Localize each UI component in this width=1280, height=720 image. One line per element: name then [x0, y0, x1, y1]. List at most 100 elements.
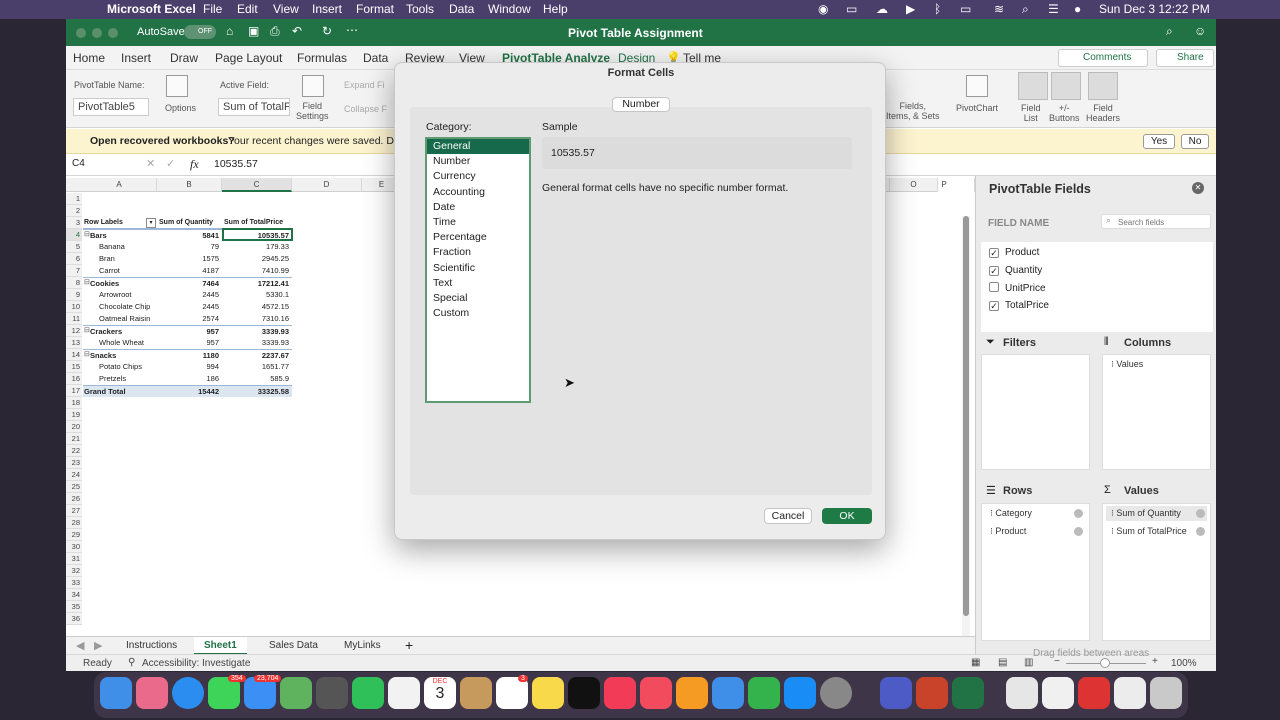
row-header[interactable]: 7: [66, 265, 82, 277]
no-button[interactable]: No: [1181, 134, 1209, 149]
row-header[interactable]: 36: [66, 613, 82, 625]
category-item-special[interactable]: Special: [427, 291, 529, 306]
contacts-icon[interactable]: [460, 677, 492, 709]
row-header[interactable]: 30: [66, 541, 82, 553]
row-header[interactable]: 3: [66, 217, 82, 229]
pivot-cell-quantity[interactable]: 957: [157, 337, 222, 349]
facetime-icon[interactable]: [352, 677, 384, 709]
tab-formulas[interactable]: Formulas: [297, 51, 347, 65]
pivot-row-label[interactable]: Crackers: [83, 325, 157, 337]
formula-input[interactable]: 10535.57: [214, 158, 258, 170]
row-header[interactable]: 29: [66, 529, 82, 541]
pivot-cell-totalprice[interactable]: 7310.16: [222, 313, 292, 325]
info-icon[interactable]: [1196, 527, 1205, 536]
bluetooth-icon[interactable]: ᛒ: [934, 2, 941, 16]
zoom-in-icon[interactable]: +: [1152, 656, 1158, 667]
collapse-toggle-icon[interactable]: ⊟: [84, 349, 90, 361]
field-headers-button[interactable]: Field Headers: [1086, 103, 1120, 123]
row-header[interactable]: 18: [66, 397, 82, 409]
zoom-level[interactable]: 100%: [1171, 658, 1197, 669]
wifi-icon[interactable]: ≋: [994, 2, 1004, 16]
info-icon[interactable]: [1196, 509, 1205, 518]
row-header[interactable]: 31: [66, 553, 82, 565]
tab-home[interactable]: Home: [73, 51, 105, 65]
pivot-cell-quantity[interactable]: 1180: [157, 349, 222, 361]
page-layout-view-icon[interactable]: ▤: [998, 657, 1007, 668]
feedback-icon[interactable]: ☺: [1194, 24, 1206, 38]
pivot-cell-quantity[interactable]: 2445: [157, 301, 222, 313]
more-icon[interactable]: ⋯: [346, 23, 358, 37]
pivot-cell-quantity[interactable]: 79: [157, 241, 222, 253]
field-settings-icon[interactable]: [302, 75, 324, 97]
redo-icon[interactable]: ↻: [322, 24, 332, 38]
pivot-cell-quantity[interactable]: 957: [157, 325, 222, 337]
spotlight-icon[interactable]: ⌕: [1022, 2, 1029, 17]
pivot-cell-quantity[interactable]: 7464: [157, 277, 222, 289]
checkbox-quantity[interactable]: ✓: [989, 266, 999, 276]
accessibility-status[interactable]: Accessibility: Investigate: [142, 658, 250, 669]
launchpad-icon[interactable]: [136, 677, 168, 709]
category-item-custom[interactable]: Custom: [427, 306, 529, 321]
menu-help[interactable]: Help: [543, 2, 568, 16]
row-header[interactable]: 34: [66, 589, 82, 601]
pivot-cell-totalprice[interactable]: 17212.41: [222, 277, 292, 289]
row-header[interactable]: 10: [66, 301, 82, 313]
pivot-row-label[interactable]: Chocolate Chip: [83, 301, 157, 313]
row-header[interactable]: 14: [66, 349, 82, 361]
field-settings-button[interactable]: Field Settings: [296, 101, 329, 121]
document-title[interactable]: Pivot Table Assignment: [568, 26, 703, 40]
pivot-cell-totalprice[interactable]: 3339.93: [222, 325, 292, 337]
record-icon[interactable]: ◉: [818, 2, 828, 16]
row-header[interactable]: 27: [66, 505, 82, 517]
columns-item-values[interactable]: ⁝ Values: [1111, 359, 1143, 370]
options-button[interactable]: Options: [165, 103, 196, 113]
calendar-icon[interactable]: DEC 3: [424, 677, 456, 709]
rows-item-category[interactable]: ⁝ Category: [990, 508, 1032, 519]
autosave-toggle[interactable]: OFF: [184, 25, 216, 39]
values-item-sum-totalprice[interactable]: ⁝ Sum of TotalPrice: [1111, 526, 1187, 537]
pivot-cell-quantity[interactable]: 186: [157, 373, 222, 385]
undo-icon[interactable]: ↶: [292, 24, 302, 38]
row-header[interactable]: 12: [66, 325, 82, 337]
menubar-clock[interactable]: Sun Dec 3 12:22 PM: [1099, 2, 1210, 16]
display-icon[interactable]: ▭: [846, 2, 857, 16]
row-header[interactable]: 8: [66, 277, 82, 289]
system-settings-icon[interactable]: [820, 677, 852, 709]
row-header[interactable]: 4: [66, 229, 82, 241]
pivot-cell-quantity[interactable]: 4187: [157, 265, 222, 277]
pivot-row-label[interactable]: Cookies: [83, 277, 157, 289]
fx-icon[interactable]: fx: [190, 157, 199, 172]
pivot-cell-totalprice[interactable]: 4572.15: [222, 301, 292, 313]
row-header[interactable]: 13: [66, 337, 82, 349]
checkbox-totalprice[interactable]: ✓: [989, 301, 999, 311]
col-header-b[interactable]: B: [157, 178, 222, 192]
vertical-scrollbar[interactable]: [962, 216, 970, 636]
pivot-row-label[interactable]: Potato Chips: [83, 361, 157, 373]
finder-icon[interactable]: [100, 677, 132, 709]
col-header-c[interactable]: C: [222, 178, 292, 192]
recent-document-icon[interactable]: [1114, 677, 1146, 709]
field-unitprice[interactable]: UnitPrice: [989, 282, 1046, 294]
home-icon[interactable]: ⌂: [226, 24, 233, 38]
app-store-icon[interactable]: [784, 677, 816, 709]
collapse-toggle-icon[interactable]: ⊟: [84, 277, 90, 289]
sheet-tab-mylinks[interactable]: MyLinks: [334, 637, 391, 655]
reminders-icon[interactable]: 3: [496, 675, 528, 709]
minimize-window-button[interactable]: [92, 28, 102, 38]
category-list[interactable]: General Number Currency Accounting Date Time P…: [425, 137, 531, 403]
yes-button[interactable]: Yes: [1143, 134, 1175, 149]
play-icon[interactable]: ▶: [906, 2, 915, 16]
menu-window[interactable]: Window: [488, 2, 531, 16]
row-header[interactable]: 9: [66, 289, 82, 301]
values-item-sum-quantity[interactable]: ⁝ Sum of Quantity: [1111, 508, 1181, 519]
close-pane-icon[interactable]: ✕: [1192, 182, 1204, 194]
tab-number[interactable]: Number: [612, 97, 670, 112]
pivot-cell-quantity[interactable]: 2574: [157, 313, 222, 325]
row-header[interactable]: 26: [66, 493, 82, 505]
menu-tools[interactable]: Tools: [406, 2, 434, 16]
normal-view-icon[interactable]: ▦: [971, 657, 980, 668]
row-header[interactable]: 1: [66, 193, 82, 205]
recent-document-icon[interactable]: [1042, 677, 1074, 709]
pivot-cell-quantity[interactable]: 5841: [157, 229, 222, 241]
row-header[interactable]: 23: [66, 457, 82, 469]
